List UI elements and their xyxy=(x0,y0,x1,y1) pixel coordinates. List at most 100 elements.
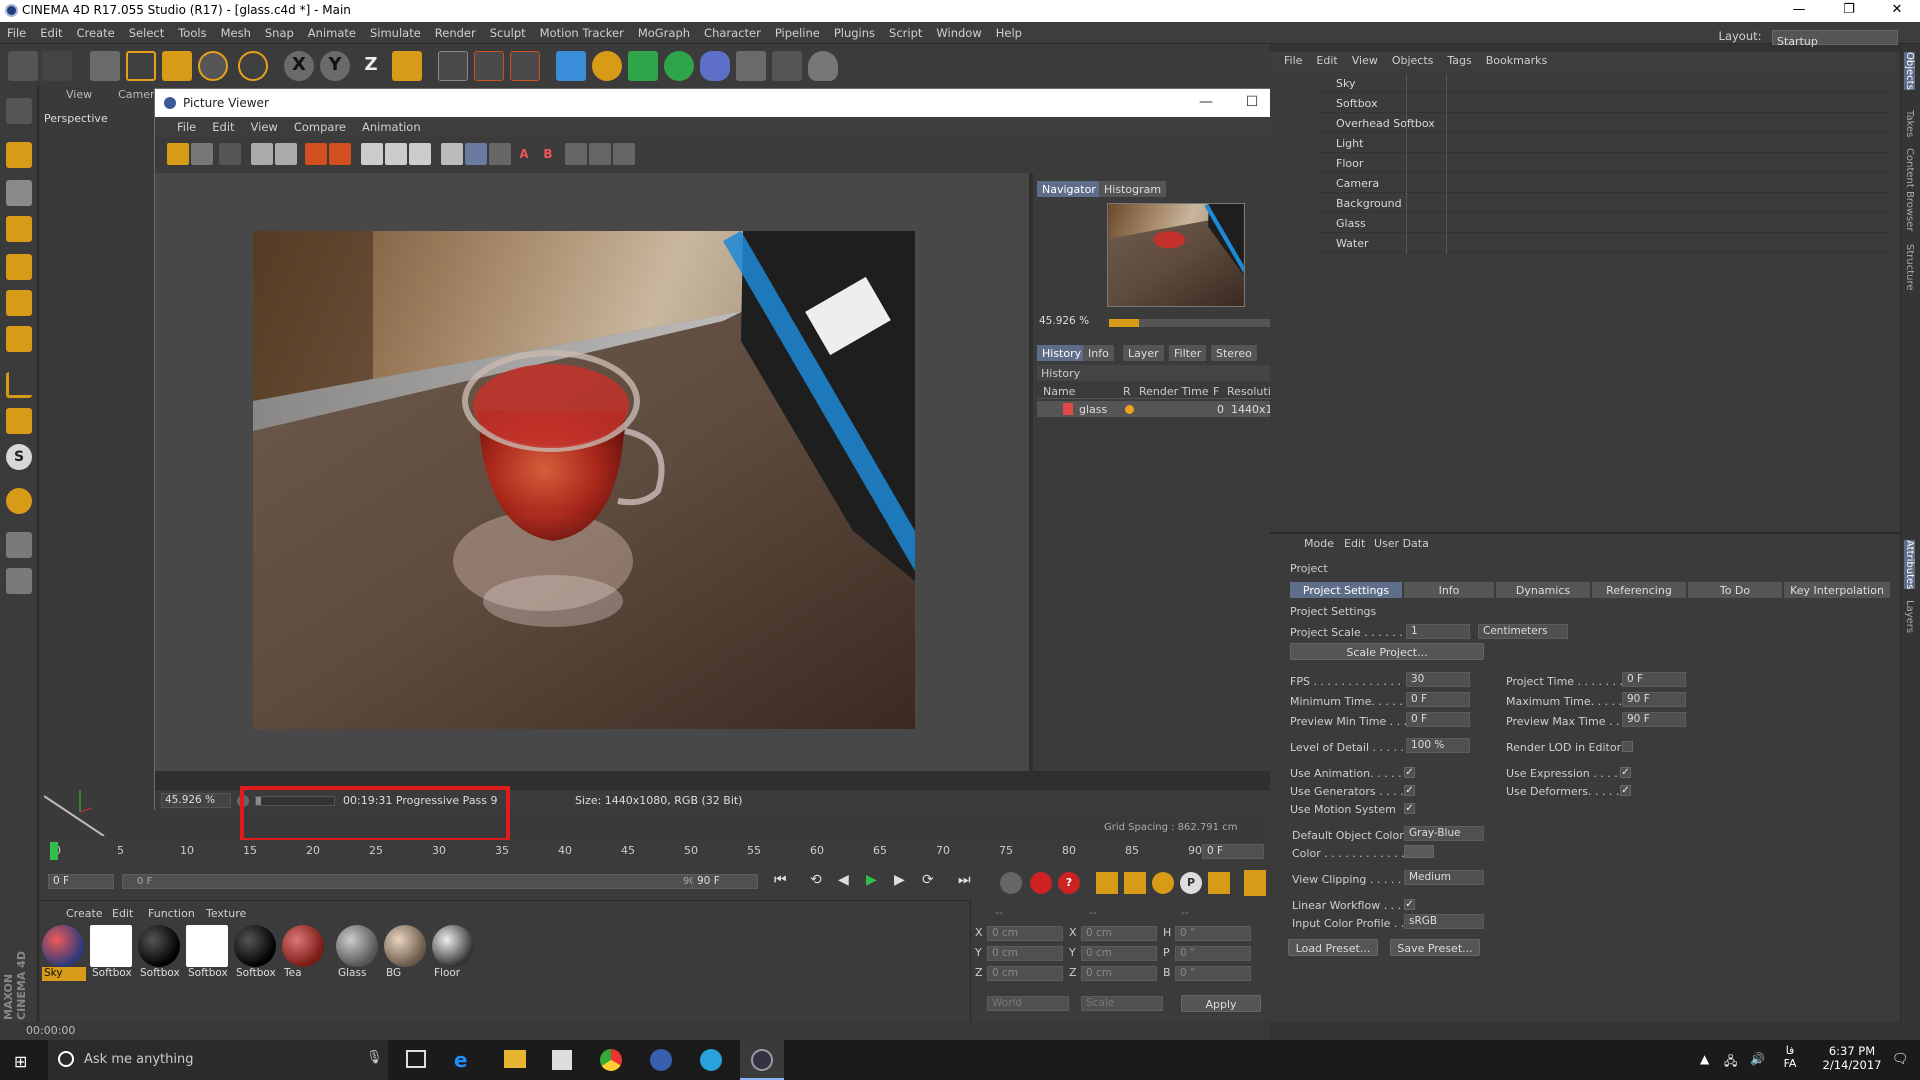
tab-history[interactable]: History xyxy=(1037,345,1087,361)
set-b-icon[interactable]: B xyxy=(537,143,559,165)
next-frame-icon[interactable]: ▶ xyxy=(894,872,916,892)
compare-ab-icon[interactable] xyxy=(441,143,463,165)
tray-arrow-icon[interactable]: ▲ xyxy=(1700,1052,1709,1066)
microphone-icon[interactable]: 🎙 xyxy=(366,1050,383,1065)
select-tool-icon[interactable] xyxy=(90,51,120,81)
project-scale-unit-dropdown[interactable]: Centimeters xyxy=(1478,624,1568,639)
playhead[interactable] xyxy=(50,842,58,860)
recent-tool-icon[interactable] xyxy=(238,51,268,81)
menu-sculpt[interactable]: Sculpt xyxy=(483,22,533,40)
obj-menu-view[interactable]: View xyxy=(1338,52,1378,67)
subdivision-icon[interactable] xyxy=(628,51,658,81)
ab-swap-icon[interactable] xyxy=(489,143,511,165)
key-scale-icon[interactable] xyxy=(1124,872,1146,894)
goto-end-icon[interactable]: ⏭ xyxy=(958,872,980,892)
obj-menu-bookmarks[interactable]: Bookmarks xyxy=(1472,52,1547,67)
play-icon[interactable]: ▶ xyxy=(866,872,888,892)
material-swatch[interactable]: Softbox xyxy=(234,925,278,987)
rotate-tool-icon[interactable] xyxy=(198,51,228,81)
fullscreen-icon[interactable] xyxy=(361,143,383,165)
col-frame[interactable]: F xyxy=(1213,385,1219,398)
model-mode-icon[interactable] xyxy=(6,142,32,168)
open-image-icon[interactable] xyxy=(167,143,189,165)
coord-field[interactable]: 0 cm xyxy=(987,966,1063,981)
attr-menu-user-data[interactable]: User Data xyxy=(1374,537,1429,550)
mat-menu-function[interactable]: Function xyxy=(148,907,195,920)
menu-animate[interactable]: Animate xyxy=(301,22,363,40)
key-position-icon[interactable] xyxy=(1096,872,1118,894)
light-icon[interactable] xyxy=(808,51,838,81)
project-scale-field[interactable]: 1 xyxy=(1406,624,1470,639)
material-swatch[interactable]: Floor xyxy=(432,925,476,987)
visibility-column[interactable] xyxy=(1406,74,1446,254)
use-animation-checkbox[interactable]: ✓ xyxy=(1404,767,1415,778)
maximize-button[interactable]: ❐ xyxy=(1826,0,1872,22)
attr-tab-info[interactable]: Info xyxy=(1404,582,1494,598)
coord-mode-dropdown[interactable]: Scale xyxy=(1081,996,1163,1011)
col-render-time[interactable]: Render Time xyxy=(1139,385,1209,398)
view-clipping-dropdown[interactable]: Medium xyxy=(1404,870,1484,885)
chrome-icon[interactable] xyxy=(600,1049,622,1071)
lock-workplane-icon[interactable] xyxy=(6,532,32,558)
points-mode-icon[interactable] xyxy=(6,254,32,280)
pv-minimize-button[interactable]: — xyxy=(1183,89,1229,117)
zoom-fit-icon[interactable] xyxy=(385,143,407,165)
language-indicator[interactable]: فا FA xyxy=(1780,1044,1800,1070)
next-key-icon[interactable]: ⟳ xyxy=(922,872,944,892)
task-view-icon[interactable] xyxy=(406,1050,426,1068)
tab-layer[interactable]: Layer xyxy=(1123,345,1164,361)
tab-stereo[interactable]: Stereo xyxy=(1211,345,1257,361)
attr-tab-referencing[interactable]: Referencing xyxy=(1592,582,1686,598)
coord-field[interactable]: 0 ° xyxy=(1175,966,1251,981)
mat-menu-edit[interactable]: Edit xyxy=(112,907,133,920)
attr-menu-edit[interactable]: Edit xyxy=(1344,537,1365,550)
tags-column[interactable] xyxy=(1446,74,1896,254)
default-color-dropdown[interactable]: Gray-Blue xyxy=(1404,826,1484,841)
cortana-search-box[interactable]: Ask me anything 🎙 xyxy=(48,1040,388,1080)
side-tab-layers[interactable]: Layers xyxy=(1904,600,1915,633)
viewport-menu-view[interactable]: View xyxy=(66,88,92,101)
timeline-ruler[interactable]: 051015202530354045505560657075808590 0 F xyxy=(40,840,1270,864)
copy-image-icon[interactable] xyxy=(305,143,327,165)
use-deformers-checkbox[interactable]: ✓ xyxy=(1620,785,1631,796)
project-time-field[interactable]: 0 F xyxy=(1622,672,1686,687)
floor-icon[interactable] xyxy=(736,51,766,81)
render-view-pv-icon[interactable] xyxy=(219,143,241,165)
zoom-field[interactable]: 45.926 % xyxy=(161,793,231,808)
texture-mode-icon[interactable] xyxy=(6,180,32,206)
color-swatch[interactable] xyxy=(1404,845,1434,858)
goto-start-icon[interactable]: ⏮ xyxy=(774,872,796,892)
workplane-icon[interactable] xyxy=(6,216,32,242)
edges-mode-icon[interactable] xyxy=(6,290,32,316)
redo-icon[interactable] xyxy=(42,51,72,81)
col-name[interactable]: Name xyxy=(1043,385,1075,398)
deformer-icon[interactable] xyxy=(700,51,730,81)
polygons-mode-icon[interactable] xyxy=(6,326,32,352)
planar-workplane-icon[interactable] xyxy=(6,568,32,594)
menu-character[interactable]: Character xyxy=(697,22,768,40)
volume-icon[interactable]: 🔊 xyxy=(1750,1052,1765,1066)
tweak-mode-icon[interactable] xyxy=(6,408,32,434)
close-button[interactable]: ✕ xyxy=(1874,0,1920,22)
coord-field[interactable]: 0 cm xyxy=(1081,946,1157,961)
side-tab-content-browser[interactable]: Content Browser xyxy=(1904,148,1915,231)
input-profile-dropdown[interactable]: sRGB xyxy=(1404,914,1484,929)
attr-tab-to-do[interactable]: To Do xyxy=(1688,582,1782,598)
current-frame-field[interactable]: 0 F xyxy=(1202,844,1264,859)
snap-icon[interactable]: S xyxy=(6,444,32,470)
menu-snap[interactable]: Snap xyxy=(258,22,301,40)
prev-key-icon[interactable]: ⟲ xyxy=(810,872,832,892)
paste-image-icon[interactable] xyxy=(329,143,351,165)
navigator-thumbnail[interactable] xyxy=(1107,203,1245,307)
menu-tools[interactable]: Tools xyxy=(171,22,213,40)
menu-simulate[interactable]: Simulate xyxy=(363,22,428,40)
array-icon[interactable] xyxy=(664,51,694,81)
minimize-button[interactable]: — xyxy=(1776,0,1822,22)
menu-script[interactable]: Script xyxy=(882,22,929,40)
mat-menu-create[interactable]: Create xyxy=(66,907,103,920)
x-axis-icon[interactable]: X xyxy=(284,51,314,81)
fps-field[interactable]: 30 xyxy=(1406,672,1470,687)
scale-tool-icon[interactable] xyxy=(162,51,192,81)
store-icon[interactable] xyxy=(552,1050,572,1070)
navigator-zoom-value[interactable]: 45.926 % xyxy=(1039,315,1089,327)
